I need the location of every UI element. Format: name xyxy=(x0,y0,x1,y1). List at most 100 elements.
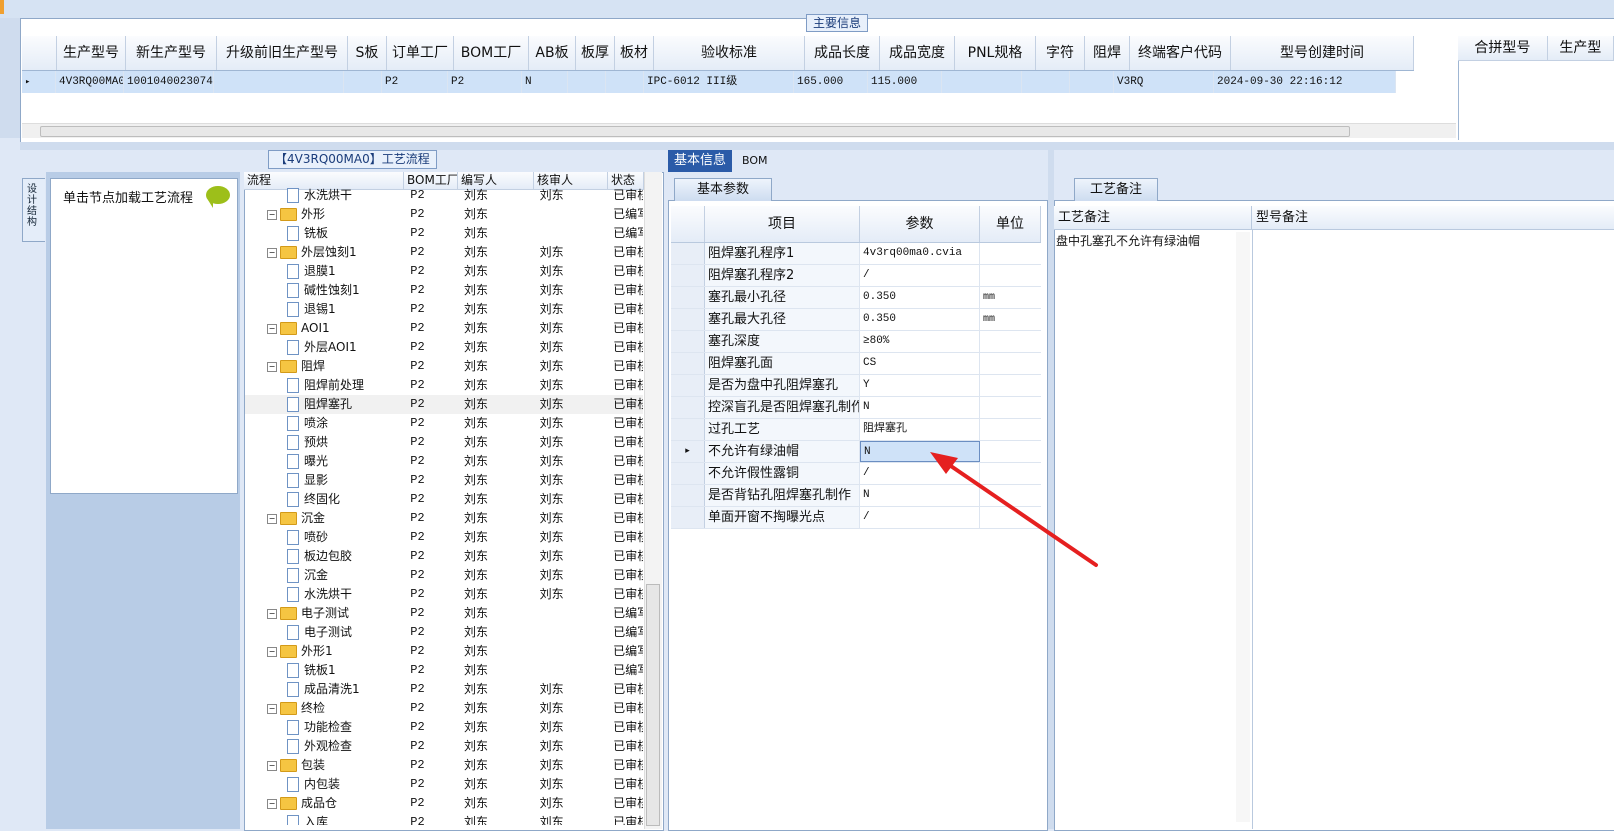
params-row[interactable]: 是否背钻孔阻焊塞孔制作 N xyxy=(671,485,1041,507)
process-notes-text[interactable]: 盘中孔塞孔不允许有绿油帽 xyxy=(1056,232,1236,249)
main-cell[interactable] xyxy=(568,71,606,93)
main-col-header[interactable]: AB板 xyxy=(529,36,576,70)
main-cell[interactable]: IPC-6012 III级 xyxy=(644,71,794,93)
params-row[interactable]: ▸ 不允许有绿油帽 N xyxy=(671,441,1041,463)
params-col-header[interactable]: 参数 xyxy=(860,206,980,242)
tree-node[interactable]: − AOI1 xyxy=(245,319,404,338)
params-row[interactable]: 过孔工艺 阻焊塞孔 xyxy=(671,419,1041,441)
collapse-toggle-icon[interactable]: − xyxy=(267,798,277,809)
tree-node[interactable]: 内包装 xyxy=(245,775,404,794)
tree-node[interactable]: 阻焊塞孔 xyxy=(245,395,404,414)
tree-row[interactable]: − 沉金 P2 刘东 刘东 已审核 xyxy=(245,509,643,528)
tree-row[interactable]: 内包装 P2 刘东 刘东 已审核 xyxy=(245,775,643,794)
collapse-toggle-icon[interactable]: − xyxy=(267,361,277,372)
tree-node[interactable]: 铣板1 xyxy=(245,661,404,680)
tree-row[interactable]: 板边包胶 P2 刘东 刘东 已审核 xyxy=(245,547,643,566)
main-col-header[interactable]: PNL规格 xyxy=(955,36,1036,70)
tree-row[interactable]: 喷涂 P2 刘东 刘东 已审核 xyxy=(245,414,643,433)
tree-node[interactable]: 水洗烘干 xyxy=(245,186,404,205)
param-value[interactable]: N xyxy=(860,441,980,462)
params-row[interactable]: 阻焊塞孔程序1 4v3rq00ma0.cvia xyxy=(671,243,1041,265)
tree-node[interactable]: − 成品仓 xyxy=(245,794,404,813)
tree-node[interactable]: 电子测试 xyxy=(245,623,404,642)
notes-scrollbar[interactable] xyxy=(1236,232,1250,822)
tree-row[interactable]: − 终检 P2 刘东 刘东 已审核 xyxy=(245,699,643,718)
main-cell[interactable] xyxy=(1022,71,1070,93)
main-cell[interactable]: 115.000 xyxy=(868,71,942,93)
params-row[interactable]: 塞孔最大孔径 0.350 mm xyxy=(671,309,1041,331)
main-col-header[interactable]: 字符 xyxy=(1036,36,1085,70)
param-value[interactable]: ≥80% xyxy=(860,331,980,352)
main-cell[interactable]: P2 xyxy=(382,71,448,93)
tree-node[interactable]: − 外层蚀刻1 xyxy=(245,243,404,262)
tab-bom[interactable]: BOM xyxy=(742,150,782,172)
main-cell[interactable]: 165.000 xyxy=(794,71,868,93)
tree-node[interactable]: 铣板 xyxy=(245,224,404,243)
params-row[interactable]: 塞孔深度 ≥80% xyxy=(671,331,1041,353)
tree-vscroll-thumb[interactable] xyxy=(646,584,660,826)
tree-node[interactable]: 碱性蚀刻1 xyxy=(245,281,404,300)
main-cell[interactable] xyxy=(606,71,644,93)
tree-node[interactable]: 入库 xyxy=(245,813,404,825)
params-col-header[interactable]: 单位 xyxy=(980,206,1041,242)
main-cell[interactable]: P2 xyxy=(448,71,522,93)
main-col-header[interactable]: BOM工厂 xyxy=(454,36,529,70)
tree-row[interactable]: 预烘 P2 刘东 刘东 已审核 xyxy=(245,433,643,452)
main-col-header[interactable]: 终端客户代码 xyxy=(1130,36,1231,70)
param-value[interactable]: / xyxy=(860,265,980,286)
tree-node[interactable]: 曝光 xyxy=(245,452,404,471)
params-row[interactable]: 阻焊塞孔面 CS xyxy=(671,353,1041,375)
tree-node[interactable]: − 外形1 xyxy=(245,642,404,661)
collapse-toggle-icon[interactable]: − xyxy=(267,646,277,657)
tab-process-notes[interactable]: 工艺备注 xyxy=(1074,178,1158,201)
main-col-header[interactable]: 升级前旧生产型号 xyxy=(217,36,348,70)
tree-node[interactable]: 成品清洗1 xyxy=(245,680,404,699)
main-col-header[interactable]: 新生产型号 xyxy=(126,36,217,70)
tree-node[interactable]: − 电子测试 xyxy=(245,604,404,623)
main-cell[interactable]: V3RQ xyxy=(1114,71,1214,93)
main-grid-row[interactable]: ▸ 4V3RQ00MA0 10010400230740 P2 P2 N IPC-6012 I… xyxy=(22,71,1396,93)
param-value[interactable]: 4v3rq00ma0.cvia xyxy=(860,243,980,264)
params-row[interactable]: 阻焊塞孔程序2/ xyxy=(671,265,1041,287)
tree-row[interactable]: 阻焊塞孔 P2 刘东 刘东 已审核 xyxy=(245,395,643,414)
tree-row[interactable]: 功能检查 P2 刘东 刘东 已审核 xyxy=(245,718,643,737)
tree-node[interactable]: 喷涂 xyxy=(245,414,404,433)
param-value[interactable]: / xyxy=(860,507,980,528)
param-value[interactable]: 0.350 xyxy=(860,287,980,308)
tree-row[interactable]: 铣板1 P2 刘东 已编写 xyxy=(245,661,643,680)
main-cell[interactable] xyxy=(214,71,344,93)
collapse-toggle-icon[interactable]: − xyxy=(267,760,277,771)
main-col-header[interactable]: 阻焊 xyxy=(1085,36,1130,70)
tree-node[interactable]: 终固化 xyxy=(245,490,404,509)
tree-node[interactable]: 功能检查 xyxy=(245,718,404,737)
tree-node[interactable]: 喷砂 xyxy=(245,528,404,547)
param-value[interactable]: CS xyxy=(860,353,980,374)
main-col-header[interactable]: 板厚 xyxy=(576,36,615,70)
tree-row[interactable]: 曝光 P2 刘东 刘东 已审核 xyxy=(245,452,643,471)
tree-row[interactable]: 退膜1 P2 刘东 刘东 已审核 xyxy=(245,262,643,281)
tree-row[interactable]: − 成品仓 P2 刘东 刘东 已审核 xyxy=(245,794,643,813)
tree-node[interactable]: 预烘 xyxy=(245,433,404,452)
params-row[interactable]: 不允许假性露铜 / xyxy=(671,463,1041,485)
tree-node[interactable]: 板边包胶 xyxy=(245,547,404,566)
tree-node[interactable]: − 沉金 xyxy=(245,509,404,528)
main-cell[interactable] xyxy=(344,71,382,93)
tree-row[interactable]: − 包装 P2 刘东 刘东 已审核 xyxy=(245,756,643,775)
collapse-toggle-icon[interactable]: − xyxy=(267,323,277,334)
main-col-header[interactable]: 成品长度 xyxy=(805,36,880,70)
main-col-header[interactable]: 生产型号 xyxy=(57,36,126,70)
tree-row[interactable]: 水洗烘干 P2 刘东 刘东 已审核 xyxy=(245,186,643,205)
main-grid-hscroll-thumb[interactable] xyxy=(40,126,1350,137)
tree-row[interactable]: 喷砂 P2 刘东 刘东 已审核 xyxy=(245,528,643,547)
collapse-toggle-icon[interactable]: − xyxy=(267,247,277,258)
collapse-toggle-icon[interactable]: − xyxy=(267,608,277,619)
params-row[interactable]: 单面开窗不掏曝光点 / xyxy=(671,507,1041,529)
tab-basic-info[interactable]: 基本信息 xyxy=(668,150,732,172)
main-col-header[interactable]: 验收标准 xyxy=(654,36,805,70)
tree-row[interactable]: 成品清洗1 P2 刘东 刘东 已审核 xyxy=(245,680,643,699)
param-value[interactable]: 0.350 xyxy=(860,309,980,330)
main-col-header[interactable]: 订单工厂 xyxy=(387,36,454,70)
main-cell[interactable]: 10010400230740 xyxy=(124,71,214,93)
tree-row[interactable]: − AOI1 P2 刘东 刘东 已审核 xyxy=(245,319,643,338)
tree-node[interactable]: 沉金 xyxy=(245,566,404,585)
